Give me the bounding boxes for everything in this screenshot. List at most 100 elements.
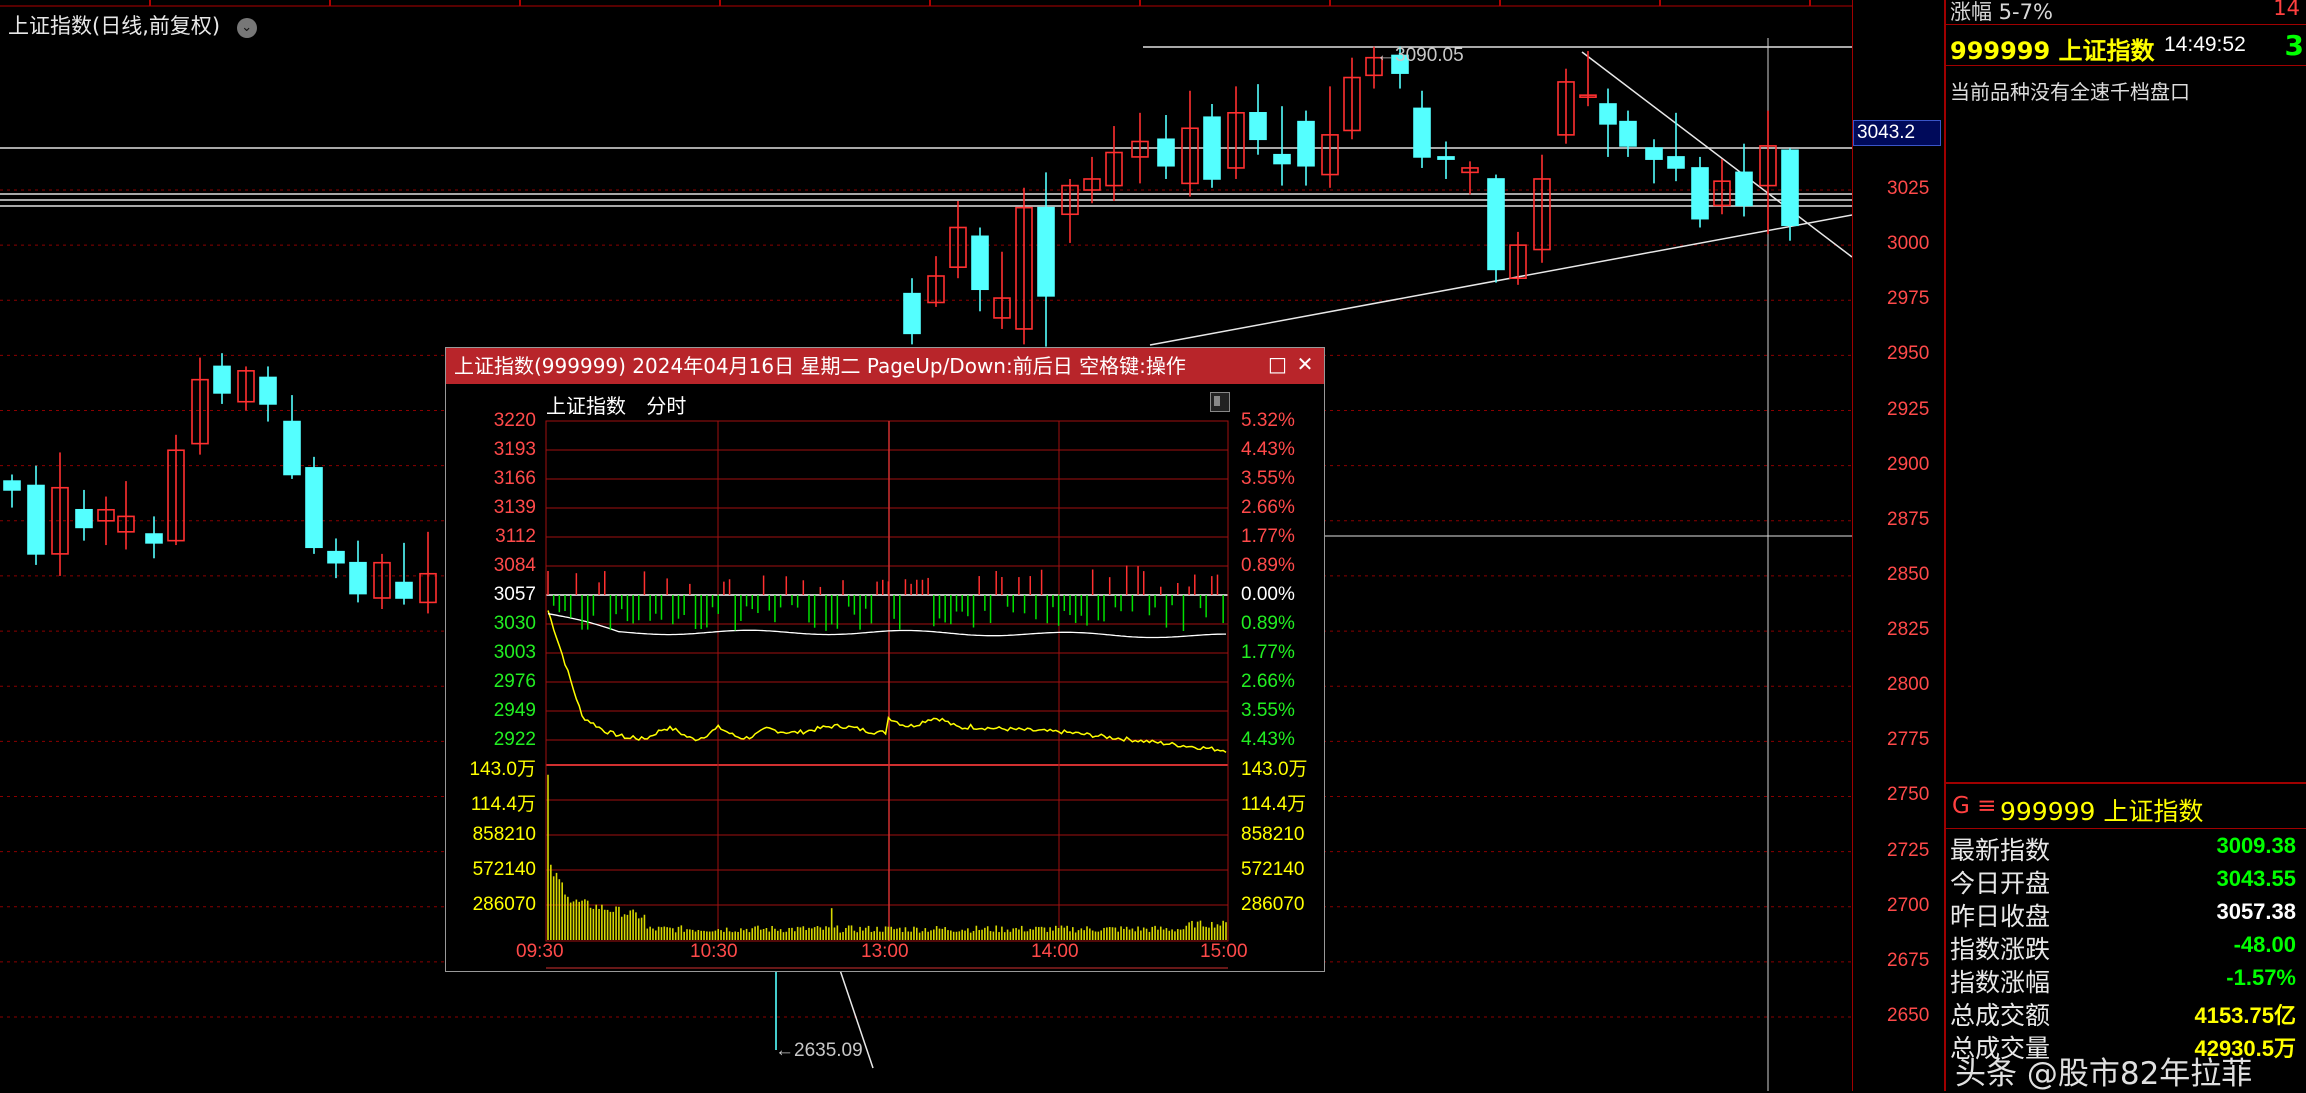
side-panel-header[interactable]: 999999 上证指数 14:49:52 3 [1946, 24, 2306, 66]
price-label-left: 3057 [493, 584, 536, 605]
quote-value: 3043.55 [2216, 866, 2296, 891]
candle-body [27, 484, 45, 555]
price-tick-label: 3000 [1887, 233, 1930, 255]
percent-label-right: 1.77% [1241, 642, 1295, 663]
time-label: 10:30 [690, 941, 738, 962]
price-label-left: 2922 [493, 729, 536, 750]
quote-row: 昨日收盘 3057.38 [1950, 897, 2302, 931]
percent-label-right: 0.89% [1241, 613, 1295, 634]
high-price-marker: ←3090.05 [1376, 45, 1464, 66]
candle-body [1691, 167, 1709, 220]
price-label-left: 3030 [493, 613, 536, 634]
price-label-left: 2976 [493, 671, 536, 692]
chart-title[interactable]: 上证指数(日线,前复权) ⌄ [8, 10, 257, 40]
candle-body [1599, 103, 1617, 125]
candle-body [75, 508, 93, 529]
candle-body [1487, 178, 1505, 271]
price-tick-label: 3025 [1887, 178, 1930, 199]
candle-body [1619, 120, 1637, 147]
low-price-marker: ←2635.09 [775, 1040, 863, 1061]
price-label-left: 2949 [493, 700, 536, 721]
volume-label-right: 143.0万 [1241, 759, 1308, 780]
watermark-text: 头条 @股市82年拉菲 [1955, 1056, 2253, 1092]
volume-label-right: 858210 [1241, 824, 1305, 845]
price-tick-label: 2675 [1887, 949, 1930, 971]
volume-label-right: 114.4万 [1241, 794, 1307, 815]
time-label: 15:00 [1200, 941, 1248, 962]
candle-body [395, 581, 413, 599]
volume-label-left: 858210 [472, 824, 536, 845]
candle-body [1037, 206, 1055, 297]
quote-row: 最新指数 3009.38 [1950, 831, 2302, 865]
candle-body [327, 550, 345, 564]
quote-label: 指数涨跌 [1950, 935, 2051, 964]
crosshair-price-label: 3043.2 [1853, 120, 1941, 146]
price-tick-label: 2900 [1887, 453, 1930, 475]
stock-code-title: 999999 上证指数 [1950, 37, 2155, 65]
percent-label-right: 4.43% [1241, 729, 1295, 750]
quote-row: 指数涨跌 -48.00 [1950, 930, 2302, 964]
quote-row: 总成交额 4153.75亿 [1950, 996, 2302, 1030]
price-tick-label: 2725 [1887, 839, 1930, 861]
candle-body [349, 561, 367, 595]
percent-label-right: 5.32% [1241, 410, 1295, 431]
candle-body [1645, 147, 1663, 160]
quote-row: 今日开盘 3043.55 [1950, 864, 2302, 898]
panel-badge: 3 [2284, 29, 2304, 62]
price-label-left: 3139 [493, 497, 536, 518]
candle-body [1297, 120, 1315, 167]
quote-label: 最新指数 [1950, 836, 2051, 865]
percent-label-right: 0.00% [1241, 584, 1295, 605]
price-tick-label: 2700 [1887, 894, 1930, 916]
candle-body [1667, 156, 1685, 169]
percent-label-right: 0.89% [1241, 555, 1295, 576]
quote-row: 指数涨幅 -1.57% [1950, 963, 2302, 997]
percent-label-right: 2.66% [1241, 497, 1295, 518]
menu-icon[interactable]: G ≡ [1952, 793, 1996, 819]
rank-value: 14 [2273, 0, 2300, 20]
quote-header[interactable]: G ≡ 999999 上证指数 [1946, 782, 2306, 829]
rank-label: 涨幅 5-7% [1950, 0, 2053, 24]
price-axis: 3025 3000 2975 2950 2925 2900 2875 2850 2825 2800… [1852, 0, 1943, 1091]
volume-label-right: 572140 [1241, 859, 1305, 880]
volume-label-left: 286070 [472, 894, 536, 915]
candle-body [305, 467, 323, 549]
candle-body [903, 292, 921, 335]
price-tick-label: 2975 [1887, 288, 1930, 310]
price-tick-label: 2775 [1887, 729, 1930, 751]
quote-value: 3057.38 [2216, 899, 2296, 924]
price-tick-label: 2750 [1887, 784, 1930, 806]
price-label-left: 3166 [493, 468, 536, 489]
quote-value: 3009.38 [2216, 833, 2296, 858]
quote-value: 4153.75亿 [2194, 1003, 2296, 1028]
intraday-popup[interactable]: 上证指数(999999) 2024年04月16日 星期二 PageUp/Down… [445, 347, 1325, 972]
price-tick-label: 2825 [1887, 619, 1930, 641]
quote-label: 昨日收盘 [1950, 902, 2051, 931]
candle-body [283, 420, 301, 476]
candle-body [1203, 116, 1221, 180]
quote-label: 指数涨幅 [1950, 968, 2051, 997]
quote-label: 总成交额 [1950, 1001, 2051, 1030]
chevron-down-icon[interactable]: ⌄ [236, 18, 257, 38]
trend-line [1581, 51, 1852, 258]
price-tick-label: 2925 [1887, 398, 1930, 420]
price-label-left: 3220 [493, 410, 536, 431]
candle-body [1437, 156, 1455, 160]
price-tick-label: 2950 [1887, 343, 1930, 365]
candle-body [1413, 107, 1431, 158]
intraday-canvas[interactable] [446, 348, 1324, 971]
time-label: 09:30 [516, 941, 564, 962]
chart-title-text: 上证指数(日线,前复权) [8, 14, 221, 38]
price-tick-label: 2850 [1887, 563, 1930, 585]
percent-label-right: 3.55% [1241, 468, 1295, 489]
price-tick-label: 2875 [1887, 508, 1930, 530]
orderbook-note: 当前品种没有全速千档盘口 [1950, 80, 2190, 104]
price-label-left: 3003 [493, 642, 536, 663]
candle-body [1273, 153, 1291, 165]
candle-body [1735, 171, 1753, 207]
volume-label-left: 572140 [472, 859, 536, 880]
candle-body [1249, 112, 1267, 141]
percent-label-right: 3.55% [1241, 700, 1295, 721]
price-label-left: 3193 [493, 439, 536, 460]
percent-label-right: 1.77% [1241, 526, 1295, 547]
